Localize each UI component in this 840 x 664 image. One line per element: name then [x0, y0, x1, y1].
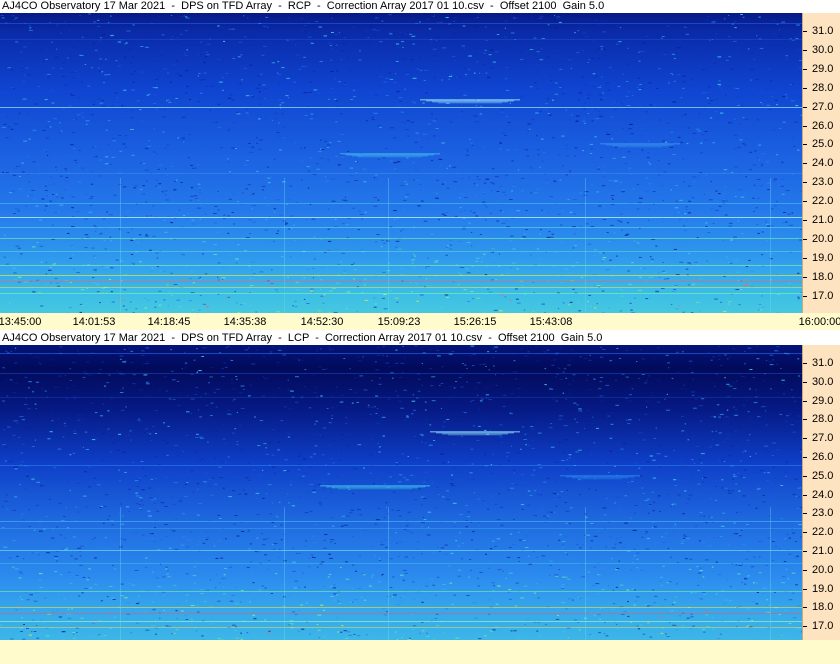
freq-tick-label: 20.0: [803, 233, 833, 245]
panel-title-lcp: AJ4CO Observatory 17 Mar 2021 - DPS on T…: [2, 332, 603, 344]
burst-feature: [338, 488, 412, 490]
freq-tick-label: 30.0: [803, 44, 833, 56]
rfi-line: [0, 353, 802, 354]
vertical-streak: [388, 507, 389, 640]
freq-tick-label: 31.0: [803, 25, 833, 37]
time-tick-label: 14:35:38: [223, 316, 267, 328]
time-tick-label: 14:52:30: [300, 316, 344, 328]
freq-tick-label: 22.0: [803, 526, 833, 538]
time-axis: 13:45:00 14:01:53 14:18:45 14:35:38 14:52:30…: [0, 313, 840, 330]
freq-tick-label: 21.0: [803, 214, 833, 226]
rfi-line: [0, 39, 802, 40]
freq-tick-label: 19.0: [803, 252, 833, 264]
freq-tick-label: 29.0: [803, 63, 833, 75]
vertical-streak: [585, 507, 586, 640]
freq-tick-label: 28.0: [803, 413, 833, 425]
freq-tick-label: 20.0: [803, 564, 833, 576]
rfi-line: [0, 107, 802, 108]
frequency-axis-rcp: 31.0 30.0 29.0 28.0 27.0 26.0 25.0 24.0 23.0 22.0…: [802, 13, 840, 313]
rfi-line: [0, 465, 802, 466]
spectrogram-rcp: [0, 13, 802, 313]
vertical-streak: [284, 507, 285, 640]
frequency-axis-lcp: 31.0 30.0 29.0 28.0 27.0 26.0 25.0 24.0 23.0 22.0…: [802, 345, 840, 640]
vertical-streak: [120, 507, 121, 640]
vertical-streak: [585, 178, 586, 313]
freq-tick-label: 18.0: [803, 271, 833, 283]
burst-feature: [438, 102, 502, 104]
time-tick-label: 15:09:23: [377, 316, 421, 328]
freq-tick-label: 23.0: [803, 507, 833, 519]
vertical-streak: [120, 178, 121, 313]
freq-tick-label: 18.0: [803, 601, 833, 613]
freq-tick-label: 25.0: [803, 470, 833, 482]
burst-feature: [448, 434, 502, 436]
rfi-line: [0, 397, 802, 398]
time-tick-label: 15:26:15: [453, 316, 497, 328]
burst-feature: [618, 146, 662, 148]
freq-tick-label: 23.0: [803, 176, 833, 188]
vertical-streak: [770, 178, 771, 313]
rfi-line: [0, 173, 802, 174]
time-tick-label: 14:01:53: [72, 316, 116, 328]
freq-tick-label: 26.0: [803, 120, 833, 132]
freq-tick-label: 30.0: [803, 376, 833, 388]
vertical-streak: [284, 178, 285, 313]
freq-tick-label: 22.0: [803, 195, 833, 207]
time-tick-label: 13:45:00: [0, 316, 42, 328]
freq-tick-label: 25.0: [803, 138, 833, 150]
freq-tick-label: 24.0: [803, 157, 833, 169]
bottom-strip: [0, 640, 840, 664]
freq-tick-label: 24.0: [803, 489, 833, 501]
burst-feature: [358, 156, 422, 158]
freq-tick-label: 21.0: [803, 545, 833, 557]
freq-tick-label: 26.0: [803, 451, 833, 463]
vertical-streak: [770, 507, 771, 640]
vertical-streak: [388, 178, 389, 313]
time-tick-label: 16:00:00: [798, 316, 840, 328]
freq-tick-label: 17.0: [803, 290, 833, 302]
time-tick-label: 15:43:08: [529, 316, 573, 328]
freq-tick-label: 27.0: [803, 101, 833, 113]
freq-tick-label: 17.0: [803, 620, 833, 632]
rfi-line: [0, 23, 802, 24]
freq-tick-label: 28.0: [803, 82, 833, 94]
freq-tick-label: 19.0: [803, 583, 833, 595]
panel-title-rcp: AJ4CO Observatory 17 Mar 2021 - DPS on T…: [2, 0, 605, 12]
time-tick-label: 14:18:45: [147, 316, 191, 328]
freq-tick-label: 29.0: [803, 395, 833, 407]
freq-tick-label: 31.0: [803, 357, 833, 369]
burst-feature: [578, 478, 622, 480]
rfi-line: [0, 373, 802, 374]
spectrogram-lcp: [0, 345, 802, 640]
freq-tick-label: 27.0: [803, 432, 833, 444]
